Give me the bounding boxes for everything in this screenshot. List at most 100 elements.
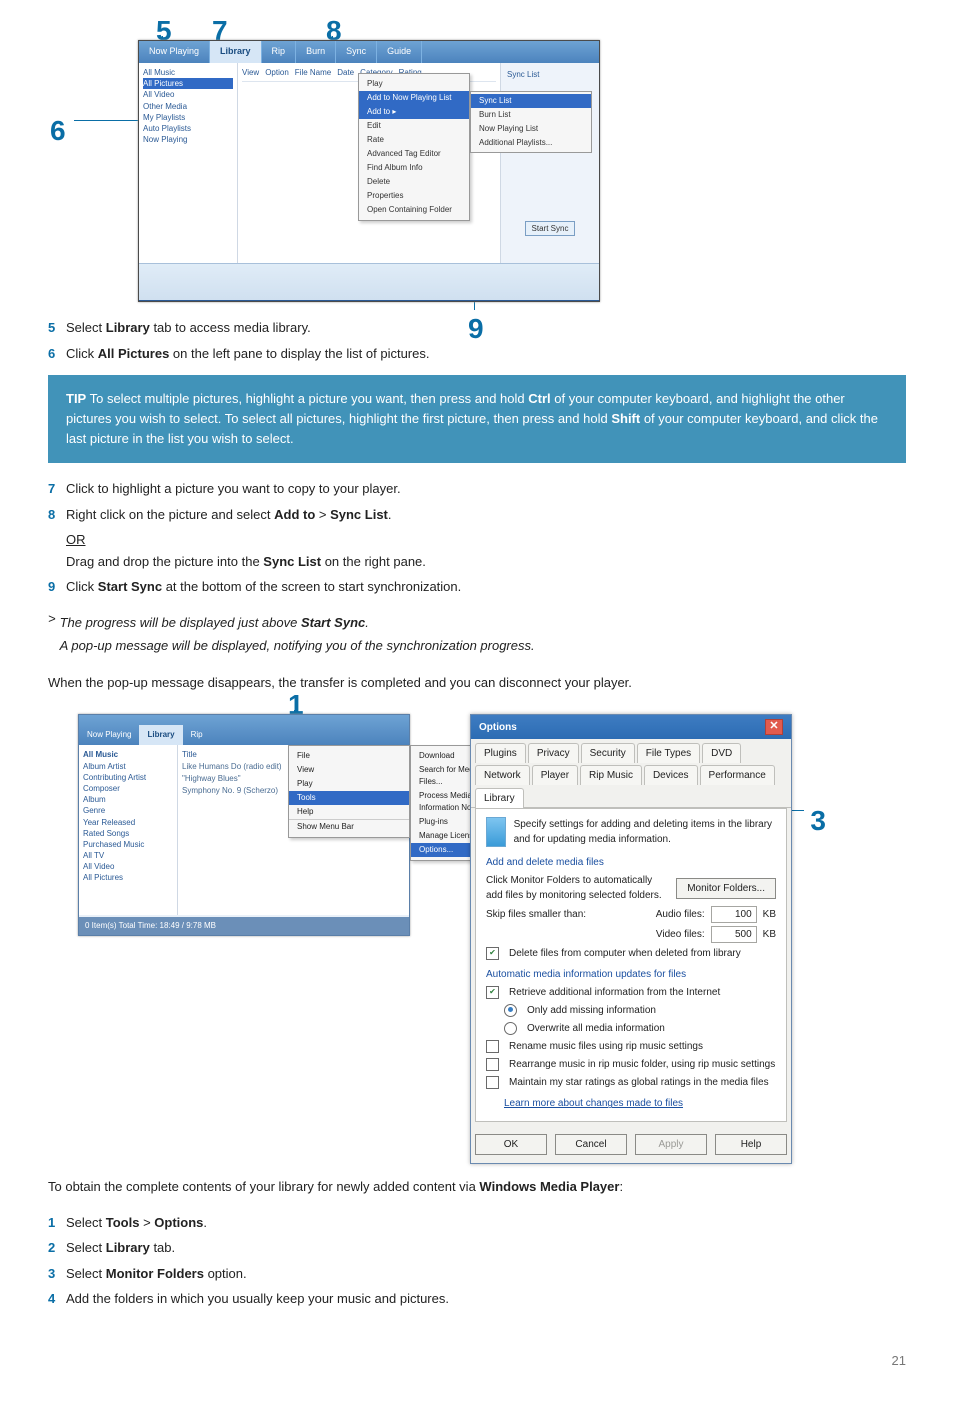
tree2-rated[interactable]: Rated Songs — [83, 828, 173, 839]
opt-tab-filetypes[interactable]: File Types — [637, 743, 700, 763]
menu-view[interactable]: View — [289, 763, 409, 777]
step-8b: Drag and drop the picture into the Sync … — [66, 552, 906, 572]
context-submenu[interactable]: Sync List Burn List Now Playing List Add… — [470, 91, 592, 153]
opt-tab-plugins[interactable]: Plugins — [475, 743, 526, 763]
tab-rip[interactable]: Rip — [262, 41, 297, 63]
opt-tab-dvd[interactable]: DVD — [702, 743, 741, 763]
cancel-button[interactable]: Cancel — [555, 1134, 627, 1155]
step-b-num-2: 2 — [48, 1238, 66, 1258]
tree2-all-tv[interactable]: All TV — [83, 850, 173, 861]
sec-add-delete: Add and delete media files — [486, 855, 776, 870]
tree-all-video[interactable]: All Video — [143, 89, 233, 100]
learn-link[interactable]: Learn more about changes made to files — [504, 1098, 683, 1109]
options-dialog: Options ✕ Plugins Privacy Security File … — [470, 714, 792, 1164]
menu-file[interactable]: File — [289, 749, 409, 763]
tree2-all-music[interactable]: All Music — [83, 749, 173, 760]
opt-tab-network[interactable]: Network — [475, 765, 530, 785]
tree2-composer[interactable]: Composer — [83, 783, 173, 794]
library-main-2: Title Like Humans Do (radio edit) "Highw… — [178, 745, 409, 915]
tab-library[interactable]: Library — [210, 41, 262, 63]
chk-ratings[interactable] — [486, 1076, 499, 1089]
col-file-name: File Name — [295, 67, 331, 79]
ctx-sub-sync-list[interactable]: Sync List — [471, 94, 591, 108]
apply-button[interactable]: Apply — [635, 1134, 707, 1155]
ctx-edit[interactable]: Edit — [359, 119, 469, 133]
ctx-delete[interactable]: Delete — [359, 175, 469, 189]
ctx-add-to[interactable]: Add to ▸ — [359, 105, 469, 119]
menu-tools[interactable]: Tools — [289, 791, 409, 805]
opt-tab-library[interactable]: Library — [475, 788, 524, 808]
library-icon — [486, 817, 506, 847]
ctx-open-folder[interactable]: Open Containing Folder — [359, 203, 469, 217]
tab-burn[interactable]: Burn — [296, 41, 336, 63]
tab2-rip[interactable]: Rip — [183, 725, 211, 745]
tools-dropdown[interactable]: File View Play Tools Help Show Menu Bar — [288, 745, 410, 838]
opt-tab-security[interactable]: Security — [581, 743, 635, 763]
tree-my-playlists[interactable]: My Playlists — [143, 112, 233, 123]
menu-play[interactable]: Play — [289, 777, 409, 791]
tree-auto-playlists[interactable]: Auto Playlists — [143, 123, 233, 134]
skip-label: Skip files smaller than: — [486, 907, 586, 922]
figure-media-player: 5 7 8 6 9 Now Playing Library Rip Burn S… — [78, 40, 638, 302]
menu-show-menubar[interactable]: Show Menu Bar — [289, 819, 409, 834]
tab2-library[interactable]: Library — [139, 725, 182, 745]
library-tree[interactable]: All Music All Pictures All Video Other M… — [139, 63, 238, 263]
ctx-play[interactable]: Play — [359, 77, 469, 91]
ctx-sub-np-list[interactable]: Now Playing List — [471, 122, 591, 136]
radio-missing[interactable] — [504, 1004, 517, 1017]
library-tree-2[interactable]: All Music Album Artist Contributing Arti… — [79, 745, 178, 915]
ctx-properties[interactable]: Properties — [359, 189, 469, 203]
tab2-now-playing[interactable]: Now Playing — [79, 725, 139, 745]
video-size-input[interactable]: 500 — [711, 926, 757, 943]
ok-button[interactable]: OK — [475, 1134, 547, 1155]
ctx-sub-addl[interactable]: Additional Playlists... — [471, 136, 591, 150]
chk-delete[interactable] — [486, 947, 499, 960]
after-popup-text: When the pop-up message disappears, the … — [48, 673, 906, 693]
opt-tab-player[interactable]: Player — [532, 765, 578, 785]
close-icon[interactable]: ✕ — [765, 719, 783, 735]
audio-size-input[interactable]: 100 — [711, 906, 757, 923]
ctx-add-to-np[interactable]: Add to Now Playing List — [359, 91, 469, 105]
tree-now-playing[interactable]: Now Playing — [143, 134, 233, 145]
opt-tab-ripmusic[interactable]: Rip Music — [580, 765, 642, 785]
tree-all-music[interactable]: All Music — [143, 67, 233, 78]
chk-retrieve[interactable] — [486, 986, 499, 999]
player-footer — [139, 263, 599, 300]
callout-9: 9 — [468, 308, 484, 350]
start-sync-button[interactable]: Start Sync — [525, 221, 576, 236]
tree2-all-video[interactable]: All Video — [83, 861, 173, 872]
radio-overwrite[interactable] — [504, 1022, 517, 1035]
tab-now-playing[interactable]: Now Playing — [139, 41, 210, 63]
status-strip: 0 Item(s) Total Time: 18:49 / 9:78 MB — [79, 917, 409, 935]
chk-rearrange[interactable] — [486, 1058, 499, 1071]
context-menu[interactable]: Play Add to Now Playing List Add to ▸ Ed… — [358, 73, 470, 221]
chk-rename[interactable] — [486, 1040, 499, 1053]
ctx-adv-tag[interactable]: Advanced Tag Editor — [359, 147, 469, 161]
tree2-contrib[interactable]: Contributing Artist — [83, 772, 173, 783]
opt-tab-performance[interactable]: Performance — [700, 765, 775, 785]
step-num-9: 9 — [48, 577, 66, 597]
tab-guide[interactable]: Guide — [377, 41, 422, 63]
ctx-find-album[interactable]: Find Album Info — [359, 161, 469, 175]
tree2-album-artist[interactable]: Album Artist — [83, 761, 173, 772]
tree2-genre[interactable]: Genre — [83, 805, 173, 816]
tip-text: To select multiple pictures, highlight a… — [66, 391, 878, 446]
step-9: Click Start Sync at the bottom of the sc… — [66, 577, 906, 597]
dialog-title-text: Options — [479, 720, 517, 735]
menu-help[interactable]: Help — [289, 805, 409, 819]
help-button[interactable]: Help — [715, 1134, 787, 1155]
tree-all-pictures[interactable]: All Pictures — [143, 78, 233, 89]
tree2-year[interactable]: Year Released — [83, 817, 173, 828]
step-8: Right click on the picture and select Ad… — [66, 505, 906, 525]
tree-other-media[interactable]: Other Media — [143, 101, 233, 112]
chk-delete-label: Delete files from computer when deleted … — [509, 946, 741, 961]
ctx-sub-burn-list[interactable]: Burn List — [471, 108, 591, 122]
tree2-album[interactable]: Album — [83, 794, 173, 805]
opt-tab-privacy[interactable]: Privacy — [528, 743, 579, 763]
tree2-purchased[interactable]: Purchased Music — [83, 839, 173, 850]
monitor-folders-button[interactable]: Monitor Folders... — [676, 878, 776, 899]
opt-tab-devices[interactable]: Devices — [644, 765, 698, 785]
tree2-all-pictures[interactable]: All Pictures — [83, 872, 173, 883]
tab-sync[interactable]: Sync — [336, 41, 377, 63]
ctx-rate[interactable]: Rate — [359, 133, 469, 147]
